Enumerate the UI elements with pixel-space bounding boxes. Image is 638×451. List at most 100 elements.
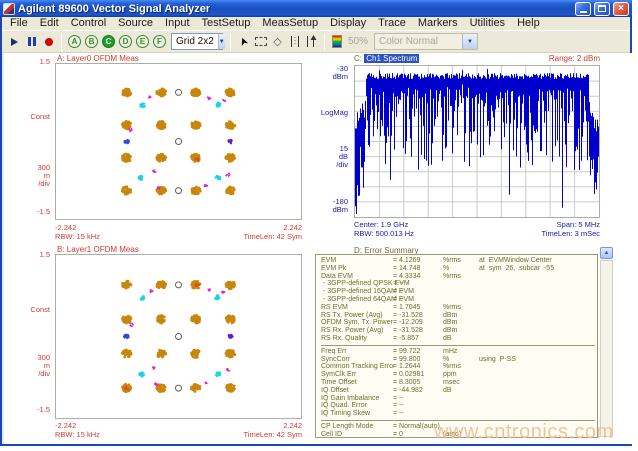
chevron-down-icon[interactable]: ▼ [218, 34, 225, 49]
panel-c-plot[interactable] [354, 65, 600, 218]
error-label: IQ Timing Skew [321, 410, 393, 418]
error-label: CP Length Mode [321, 423, 393, 431]
trace-button-f[interactable]: F [153, 35, 166, 48]
scroll-up-button[interactable]: ▲ [600, 247, 613, 259]
error-label: IQ Quad. Error [321, 402, 393, 410]
constellation-a-svg [56, 64, 301, 219]
minimize-button[interactable] [575, 2, 591, 16]
error-unit: dBm [443, 327, 479, 335]
panel-b-title: B: Layer1 OFDM Meas [57, 245, 139, 254]
error-summary-row: EVM Pk= 14.748%at sym 26, subcar -55 [321, 265, 595, 273]
error-label: - 3GPP-defined 16QAM EVM [321, 288, 393, 296]
pointer-tool-button[interactable]: ➤ [235, 33, 252, 51]
error-value: = -31.528 [393, 312, 443, 320]
error-note: using P-SS [479, 356, 516, 364]
error-value: = -31.528 [393, 327, 443, 335]
y-axis-max-label: -30dBm [308, 65, 348, 81]
menu-item-meassetup[interactable]: MeasSetup [256, 17, 324, 30]
grid-layout-select[interactable]: Grid 2x2 ▼ [171, 33, 223, 50]
rbw-label: RBW: 500.013 Hz [354, 229, 414, 238]
panel-c-title-highlight: Ch1 Spectrum [364, 54, 419, 63]
pause-icon [33, 37, 36, 46]
menu-item-input[interactable]: Input [159, 17, 195, 30]
timelen-label: TimeLen: 42 Sym [244, 430, 303, 439]
error-summary-panel[interactable]: EVM= 4.1269%rmsat EVMWindow CenterEVM Pk… [315, 254, 598, 438]
trace-button-e[interactable]: E [136, 35, 149, 48]
menu-item-file[interactable]: File [4, 17, 34, 30]
error-unit [443, 395, 479, 403]
error-unit: %rms [443, 273, 479, 281]
grid-layout-value: Grid 2x2 [172, 36, 218, 47]
y-axis-min-label: -1.5 [6, 406, 50, 414]
y-axis-max-label: 1.5 [6, 251, 50, 259]
band-markers-tool-button[interactable] [286, 33, 303, 51]
error-summary-section: Freq Err= 99.722mHzSyncCorr= 99.800%usin… [321, 345, 595, 418]
menu-item-testsetup[interactable]: TestSetup [196, 17, 257, 30]
error-value: = -- [393, 395, 443, 403]
rbw-label: RBW: 15 kHz [55, 232, 100, 241]
rbw-label: RBW: 15 kHz [55, 430, 100, 439]
y-axis-scale-label: 300m/div [6, 338, 50, 394]
maximize-button[interactable] [594, 2, 610, 16]
error-summary-row: SyncCorr= 99.800%using P-SS [321, 356, 595, 364]
panel-a-plot[interactable] [55, 63, 302, 220]
color-mode-value: Color Normal [375, 36, 462, 47]
error-unit [443, 288, 479, 296]
error-label: RS Tx. Power (Avg) [321, 312, 393, 320]
error-label: RS Rx. Power (Avg) [321, 327, 393, 335]
error-unit: %rms [443, 304, 479, 312]
trace-button-b[interactable]: B [85, 35, 98, 48]
play-button[interactable] [6, 33, 23, 51]
menu-item-utilities[interactable]: Utilities [464, 17, 511, 30]
error-summary-row: Freq Err= 99.722mHz [321, 348, 595, 356]
error-value: = 1.7045 [393, 304, 443, 312]
scrollbar-track[interactable] [600, 260, 613, 437]
panel-c-title[interactable]: C: Ch1 Spectrum [354, 54, 419, 63]
panel-c-footer-1: Center: 1.9 GHzSpan: 5 MHz [354, 220, 600, 229]
trace-button-a[interactable]: A [68, 35, 81, 48]
color-mode-select[interactable]: Color Normal ▼ [374, 33, 478, 50]
error-unit: dB [443, 387, 479, 395]
panel-a-footer: RBW: 15 kHzTimeLen: 42 Sym [55, 232, 302, 241]
menu-item-help[interactable]: Help [511, 17, 546, 30]
record-button[interactable] [40, 33, 57, 51]
title-bar[interactable]: Agilent 89600 Vector Signal Analyzer × [0, 0, 632, 17]
error-summary-row: IQ Offset= -44.982dB [321, 387, 595, 395]
close-button[interactable]: × [613, 2, 629, 16]
y-axis-scale-label: 300m/div [6, 148, 50, 204]
menu-item-markers[interactable]: Markers [412, 17, 464, 30]
error-value: = -- [393, 288, 443, 296]
menu-item-trace[interactable]: Trace [372, 17, 412, 30]
error-label: - 3GPP-defined 64QAM EVM [321, 296, 393, 304]
error-label: IQ Gain Imbalance [321, 395, 393, 403]
selection-rect-icon [255, 37, 267, 46]
error-unit: dBm [443, 312, 479, 320]
menu-item-control[interactable]: Control [65, 17, 112, 30]
error-summary-row: OFDM Sym. Tx. Power= -12.209dBm [321, 319, 595, 327]
trace-button-d[interactable]: D [119, 35, 132, 48]
y-axis-name-label: LogMag [308, 109, 348, 117]
error-value: = -12.209 [393, 319, 443, 327]
menu-item-source[interactable]: Source [112, 17, 159, 30]
marker-diamond-icon: ◇ [273, 35, 281, 48]
error-unit [443, 410, 479, 418]
menu-item-edit[interactable]: Edit [34, 17, 65, 30]
peak-marker-tool-button[interactable] [303, 33, 320, 51]
error-label: Cell ID [321, 431, 393, 438]
error-summary-row: - 3GPP-defined 16QAM EVM= -- [321, 288, 595, 296]
panel-b-plot[interactable] [55, 254, 302, 419]
y-axis-min-label: -1.5 [6, 208, 50, 216]
menu-item-display[interactable]: Display [324, 17, 372, 30]
marker-diamond-tool-button[interactable]: ◇ [269, 33, 286, 51]
error-unit [443, 296, 479, 304]
zoom-percent-label: 50% [348, 36, 368, 47]
toolbar: ABCDEF Grid 2x2 ▼ ➤ ◇ 50% Color Normal [2, 31, 630, 53]
zoom-box-tool-button[interactable] [252, 33, 269, 51]
chevron-down-icon[interactable]: ▼ [462, 34, 477, 49]
play-icon [11, 38, 18, 46]
band-markers-icon [289, 35, 301, 48]
constellation-b-svg [56, 255, 301, 418]
error-summary-row: - 3GPP-defined QPSK EVM= -- [321, 280, 595, 288]
trace-button-c[interactable]: C [102, 35, 115, 48]
pause-button[interactable] [23, 33, 40, 51]
